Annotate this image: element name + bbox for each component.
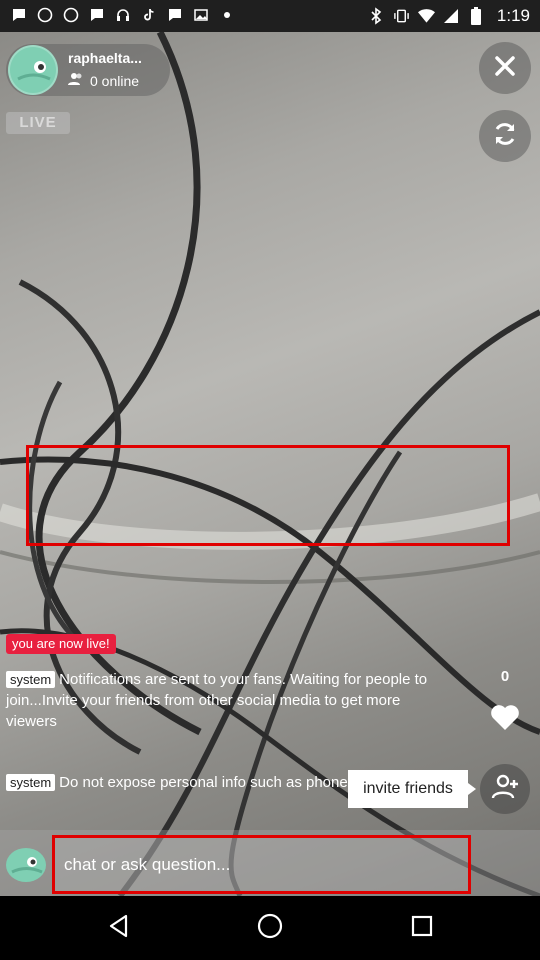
host-name: raphaelta... (68, 50, 142, 66)
vibrate-icon (393, 8, 410, 25)
signal-icon (443, 8, 460, 25)
status-time: 1:19 (496, 6, 530, 25)
host-avatar[interactable] (8, 45, 58, 95)
online-count-text: 0 online (90, 72, 140, 89)
navigation-bar (0, 896, 540, 960)
photo-icon (192, 6, 209, 23)
home-icon (256, 912, 284, 945)
refresh-icon (492, 121, 518, 152)
headset-icon (114, 6, 131, 23)
switch-camera-button[interactable] (479, 110, 531, 162)
system-tag: system (6, 671, 56, 688)
system-tag: system (6, 774, 56, 791)
heart-icon (490, 703, 520, 736)
close-button[interactable] (479, 42, 531, 94)
whatsapp-icon (62, 6, 79, 23)
tiktok-icon (140, 6, 157, 23)
home-button[interactable] (254, 912, 286, 944)
chat-input[interactable] (52, 835, 471, 894)
invite-friends-button[interactable] (480, 764, 530, 814)
dot-icon (218, 6, 235, 23)
like-count: 0 (500, 668, 510, 685)
live-camera-preview: raphaelta... 0 online LIVE you are now l… (0, 32, 540, 896)
status-bar: 1:19 (0, 0, 540, 32)
online-count: 0 online (68, 72, 139, 89)
system-status-icons: 1:19 (368, 6, 530, 26)
add-person-icon (491, 774, 519, 805)
user-avatar[interactable] (6, 848, 46, 882)
recents-button[interactable] (406, 912, 438, 944)
like-button[interactable] (480, 694, 530, 744)
back-button[interactable] (103, 912, 135, 944)
invite-friends-tooltip[interactable]: invite friends (348, 770, 476, 808)
chat-message-text: Notifications are sent to your fans. Wai… (6, 671, 428, 730)
back-icon (106, 913, 132, 944)
now-live-label: you are now live! (6, 634, 116, 654)
battery-icon (468, 7, 485, 25)
notification-icons (10, 6, 235, 23)
wifi-icon (417, 8, 435, 25)
bluetooth-icon (368, 7, 385, 25)
chat-bubble-icon (166, 6, 183, 23)
live-badge: LIVE (6, 112, 70, 134)
highlight-box (26, 445, 510, 546)
recents-icon (410, 914, 434, 943)
chat-message: system Notifications are sent to your fan… (6, 669, 452, 732)
whatsapp-icon (36, 6, 53, 23)
people-icon (68, 72, 84, 89)
close-icon (493, 54, 517, 83)
chat-bubble-icon (88, 6, 105, 23)
chat-bubble-icon (10, 6, 27, 23)
host-info[interactable]: raphaelta... 0 online (6, 44, 170, 96)
chat-bar (0, 830, 540, 896)
